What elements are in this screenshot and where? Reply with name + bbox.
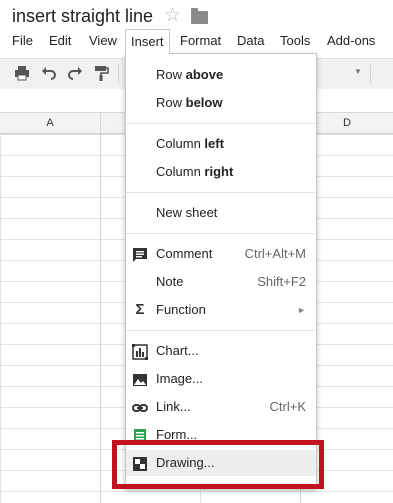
- menu-addons[interactable]: Add-ons: [322, 30, 380, 52]
- sigma-icon: Σ: [135, 301, 145, 318]
- menu-separator: [126, 330, 316, 331]
- menu-file[interactable]: File: [7, 30, 38, 52]
- menu-item-function[interactable]: Σ Function ►: [126, 297, 316, 323]
- menu-separator: [126, 123, 316, 124]
- menu-tools[interactable]: Tools: [275, 30, 315, 52]
- folder-icon[interactable]: [191, 8, 209, 24]
- link-icon: [132, 399, 148, 415]
- document-title[interactable]: insert straight line: [12, 6, 153, 27]
- menu-item-column-right[interactable]: Column right: [126, 159, 316, 185]
- menu-item-form[interactable]: Form...: [126, 422, 316, 448]
- menu-item-comment[interactable]: Comment Ctrl+Alt+M: [126, 241, 316, 267]
- menu-format[interactable]: Format: [175, 30, 226, 52]
- menu-item-row-below[interactable]: Row below: [126, 90, 316, 116]
- menu-item-image[interactable]: Image...: [126, 366, 316, 392]
- dropdown-arrow-icon[interactable]: ▼: [354, 67, 362, 76]
- menu-item-new-sheet[interactable]: New sheet: [126, 200, 316, 226]
- toolbar-separator: [370, 65, 371, 83]
- menu-bar: File Edit View Insert Format Data Tools …: [0, 29, 393, 54]
- menu-item-chart[interactable]: Chart...: [126, 338, 316, 364]
- menu-view[interactable]: View: [84, 30, 122, 52]
- menu-edit[interactable]: Edit: [44, 30, 76, 52]
- menu-item-column-left[interactable]: Column left: [126, 131, 316, 157]
- menu-item-drawing[interactable]: Drawing...: [126, 450, 316, 476]
- drawing-icon: [132, 455, 148, 471]
- form-icon: [132, 427, 148, 443]
- paint-format-icon[interactable]: [92, 65, 110, 83]
- menu-item-row-above[interactable]: Row above: [126, 62, 316, 88]
- menu-item-link[interactable]: Link... Ctrl+K: [126, 394, 316, 420]
- chart-icon: [132, 343, 148, 360]
- toolbar-separator: [118, 65, 119, 83]
- column-divider: [100, 113, 101, 503]
- comment-icon: [132, 246, 148, 262]
- menu-data[interactable]: Data: [232, 30, 269, 52]
- redo-icon[interactable]: [66, 65, 84, 83]
- menu-item-note[interactable]: Note Shift+F2: [126, 269, 316, 295]
- submenu-arrow-icon: ►: [297, 305, 306, 315]
- star-icon[interactable]: ☆: [164, 6, 181, 26]
- menu-separator: [126, 233, 316, 234]
- undo-icon[interactable]: [40, 65, 58, 83]
- image-icon: [132, 371, 148, 387]
- column-header-a[interactable]: A: [0, 113, 100, 133]
- insert-menu: Row above Row below Column left Column r…: [125, 53, 317, 489]
- menu-insert[interactable]: Insert: [125, 29, 170, 54]
- print-icon[interactable]: [13, 65, 31, 83]
- menu-separator: [126, 192, 316, 193]
